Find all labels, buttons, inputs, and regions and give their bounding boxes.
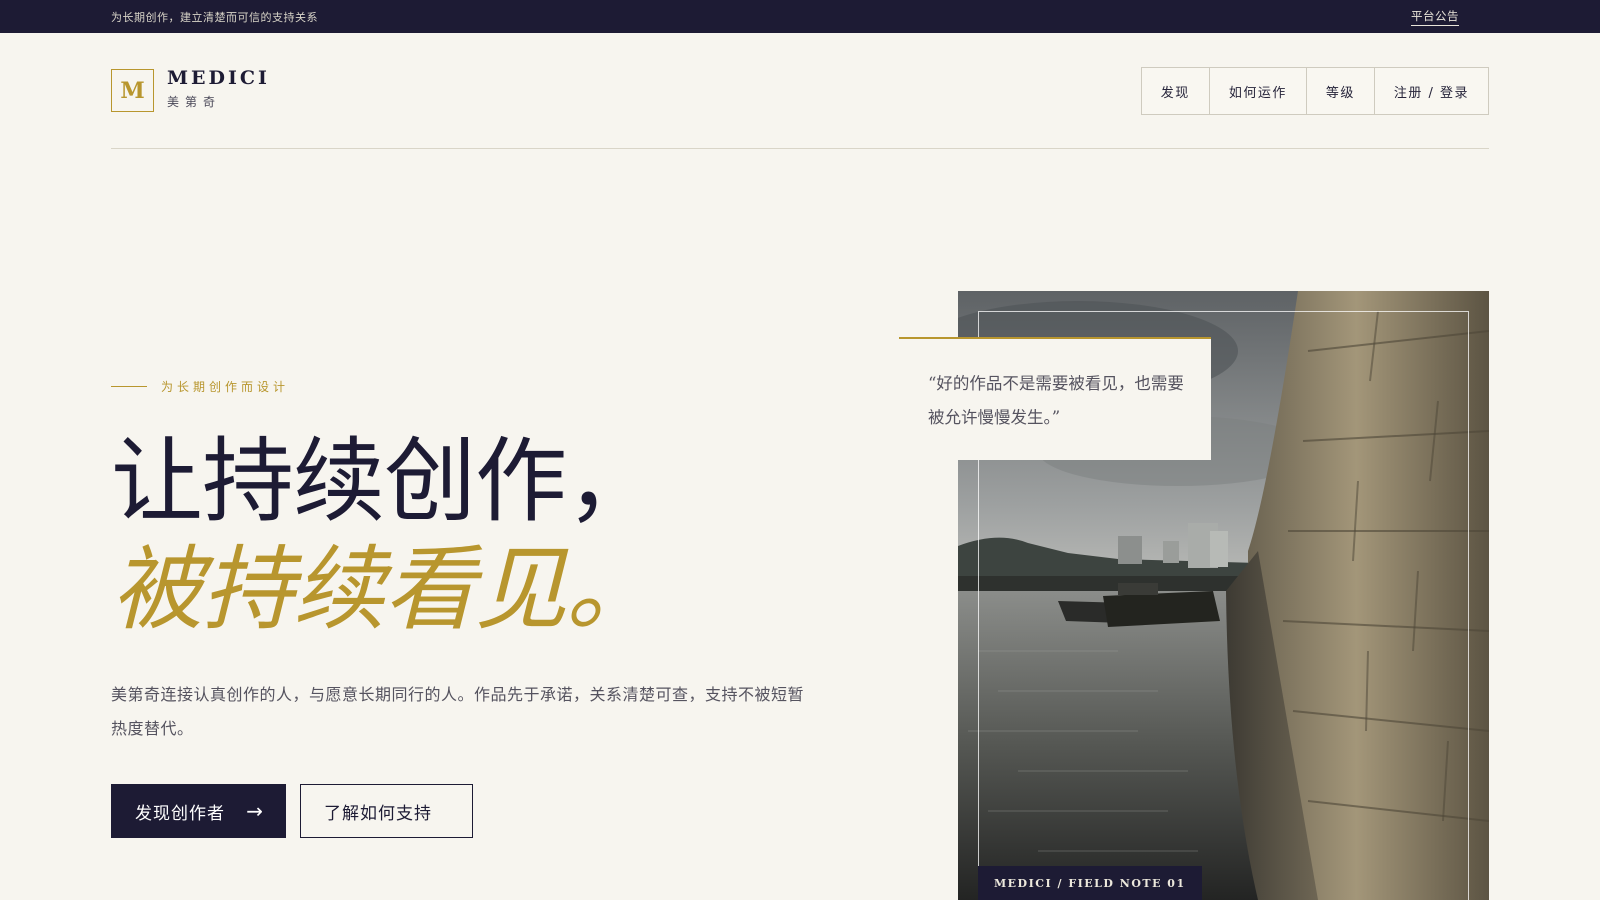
eyebrow-text: 为长期创作而设计 [161, 380, 290, 394]
photo-caption: MEDICI / FIELD NOTE 01 [978, 866, 1202, 900]
headline-line-2: 被持续看见。 [111, 536, 658, 643]
quote-text: “好的作品不是需要被看见，也需要被允许慢慢发生。” [928, 374, 1184, 427]
discover-creators-label: 发现创作者 [135, 803, 225, 824]
announcement-tagline: 为长期创作，建立清楚而可信的支持关系 [111, 10, 318, 24]
brand-name-en: MEDICI [167, 67, 270, 89]
quote-card: “好的作品不是需要被看见，也需要被允许慢慢发生。” [899, 337, 1211, 460]
platform-notice-link[interactable]: 平台公告 [1411, 8, 1459, 26]
brand-logo[interactable]: M MEDICI 美第奇 [111, 67, 270, 112]
logo-text: MEDICI 美第奇 [167, 67, 270, 110]
learn-how-to-support-label: 了解如何支持 [324, 803, 432, 824]
hero-headline: 让持续创作， 被持续看见。 [111, 428, 658, 646]
hero-description: 美第奇连接认真创作的人，与愿意长期同行的人。作品先于承诺，关系清楚可查，支持不被… [111, 685, 805, 738]
nav-tiers[interactable]: 等级 [1307, 68, 1375, 114]
hero-eyebrow: 为长期创作而设计 [111, 378, 289, 395]
learn-how-to-support-button[interactable]: 了解如何支持 [300, 784, 473, 838]
nav-discover[interactable]: 发现 [1142, 68, 1210, 114]
announcement-bar: 为长期创作，建立清楚而可信的支持关系 平台公告 [0, 0, 1600, 33]
arrow-right-icon: → [246, 799, 264, 823]
site-header: M MEDICI 美第奇 发现 如何运作 等级 注册 / 登录 [111, 33, 1489, 149]
main-nav: 发现 如何运作 等级 注册 / 登录 [1140, 67, 1489, 115]
brand-name-cn: 美第奇 [167, 95, 222, 109]
nav-how-it-works[interactable]: 如何运作 [1210, 68, 1307, 114]
headline-line-1: 让持续创作， [111, 428, 658, 535]
nav-signup-login[interactable]: 注册 / 登录 [1375, 68, 1488, 114]
logo-mark: M [111, 69, 154, 112]
eyebrow-rule [111, 386, 147, 387]
discover-creators-button[interactable]: 发现创作者 → [111, 784, 286, 838]
